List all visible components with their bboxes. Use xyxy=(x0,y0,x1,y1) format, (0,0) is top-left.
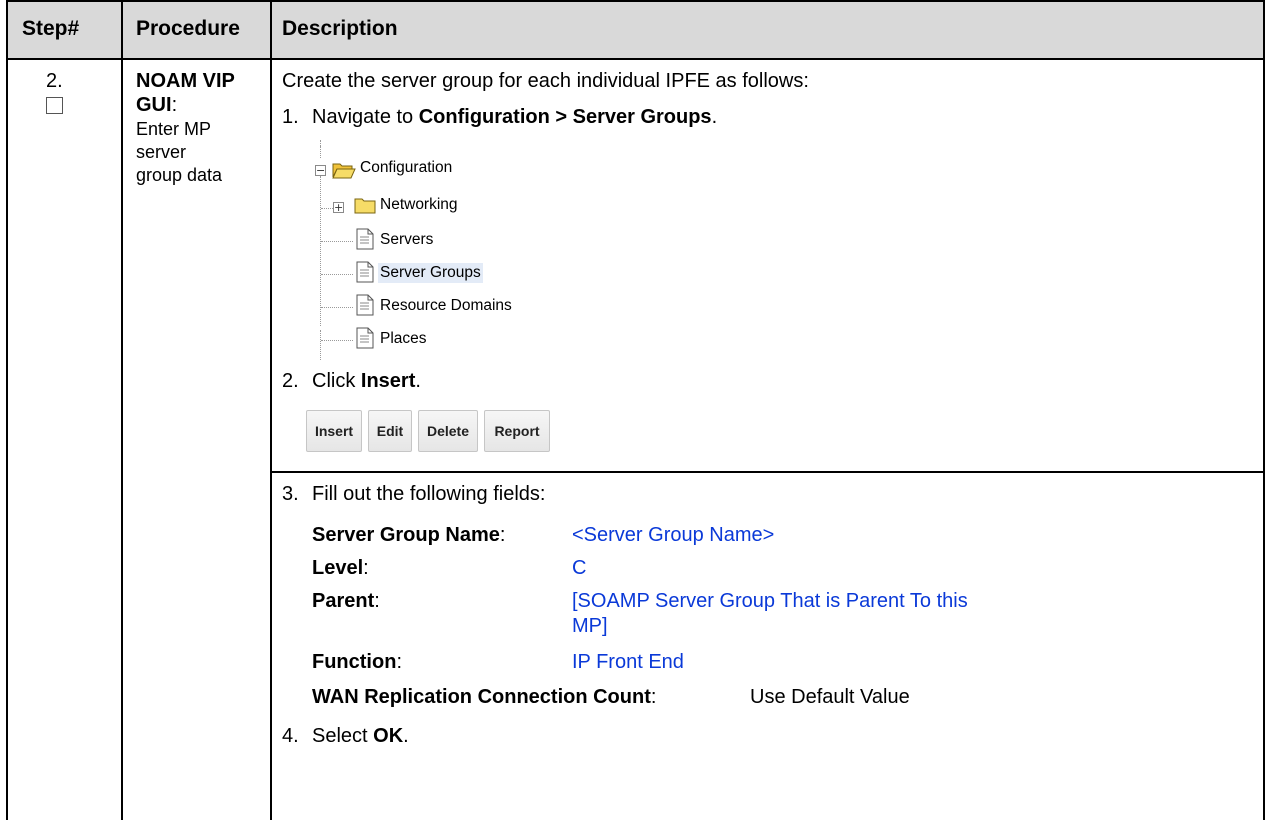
procedure-title-line1: NOAM VIP xyxy=(136,70,235,92)
row-divider xyxy=(270,471,1264,473)
procedure-table: Step# Procedure Description 2. NOAM VIP … xyxy=(6,0,1265,820)
step-number: 2. xyxy=(46,70,63,92)
column-divider-2 xyxy=(270,0,272,820)
field-label-server-group-name: Server Group Name: xyxy=(312,524,506,546)
field-label-parent: Parent: xyxy=(312,590,380,612)
document-icon xyxy=(356,261,374,283)
step2-number: 2. xyxy=(282,370,299,392)
step4-text: Select OK. xyxy=(312,725,409,747)
document-icon xyxy=(356,228,374,250)
table-border-right xyxy=(1263,0,1265,820)
field-value-function: IP Front End xyxy=(572,651,684,673)
field-label-wan-replication: WAN Replication Connection Count: xyxy=(312,686,657,708)
table-border-left xyxy=(6,0,8,820)
tree-node-resource-domains[interactable]: Resource Domains xyxy=(378,296,514,316)
report-button[interactable]: Report xyxy=(484,410,550,452)
tree-node-configuration[interactable]: Configuration xyxy=(358,158,454,178)
field-value-parent-line2: MP] xyxy=(572,615,608,637)
step2-text: Click Insert. xyxy=(312,370,421,392)
step4-number: 4. xyxy=(282,725,299,747)
navigation-tree: − Configuration + Networking Servers Ser… xyxy=(306,140,666,330)
insert-button[interactable]: Insert xyxy=(306,410,362,452)
tree-node-networking[interactable]: Networking xyxy=(378,195,460,215)
procedure-sub-1: Enter MP xyxy=(136,119,212,139)
document-icon xyxy=(356,327,374,349)
header-description: Description xyxy=(282,17,398,40)
tree-node-servers[interactable]: Servers xyxy=(378,230,435,250)
step1-number: 1. xyxy=(282,106,299,128)
navigation-tree-tail: Places xyxy=(306,327,506,370)
delete-button[interactable]: Delete xyxy=(418,410,478,452)
procedure-sub-3: group data xyxy=(136,165,223,185)
field-value-wan-replication: Use Default Value xyxy=(750,686,910,708)
expand-icon[interactable]: + xyxy=(333,202,344,213)
table-border-top xyxy=(6,0,1264,2)
step3-text: Fill out the following fields: xyxy=(312,483,546,505)
column-divider-1 xyxy=(121,0,123,820)
step1-text: Navigate to Configuration > Server Group… xyxy=(312,106,718,128)
field-value-server-group-name: <Server Group Name> xyxy=(572,524,775,546)
field-label-function: Function: xyxy=(312,651,402,673)
step3-number: 3. xyxy=(282,483,299,505)
tree-node-server-groups[interactable]: Server Groups xyxy=(378,263,483,283)
step-checkbox[interactable] xyxy=(46,97,63,114)
intro-text: Create the server group for each individ… xyxy=(282,70,809,92)
edit-button[interactable]: Edit xyxy=(368,410,412,452)
header-procedure: Procedure xyxy=(136,17,240,40)
folder-open-icon xyxy=(332,163,356,179)
field-value-level: C xyxy=(572,557,587,579)
procedure-title-line2: GUI: xyxy=(136,94,178,116)
header-divider xyxy=(6,58,1264,60)
document-icon xyxy=(356,294,374,316)
header-step: Step# xyxy=(22,17,80,40)
button-bar: Insert Edit Delete Report xyxy=(306,410,666,454)
field-value-parent-line1: [SOAMP Server Group That is Parent To th… xyxy=(572,590,968,612)
tree-node-places[interactable]: Places xyxy=(378,329,429,349)
folder-icon xyxy=(354,198,376,214)
collapse-icon[interactable]: − xyxy=(315,165,326,176)
field-label-level: Level: xyxy=(312,557,369,579)
procedure-sub-2: server xyxy=(136,142,187,162)
